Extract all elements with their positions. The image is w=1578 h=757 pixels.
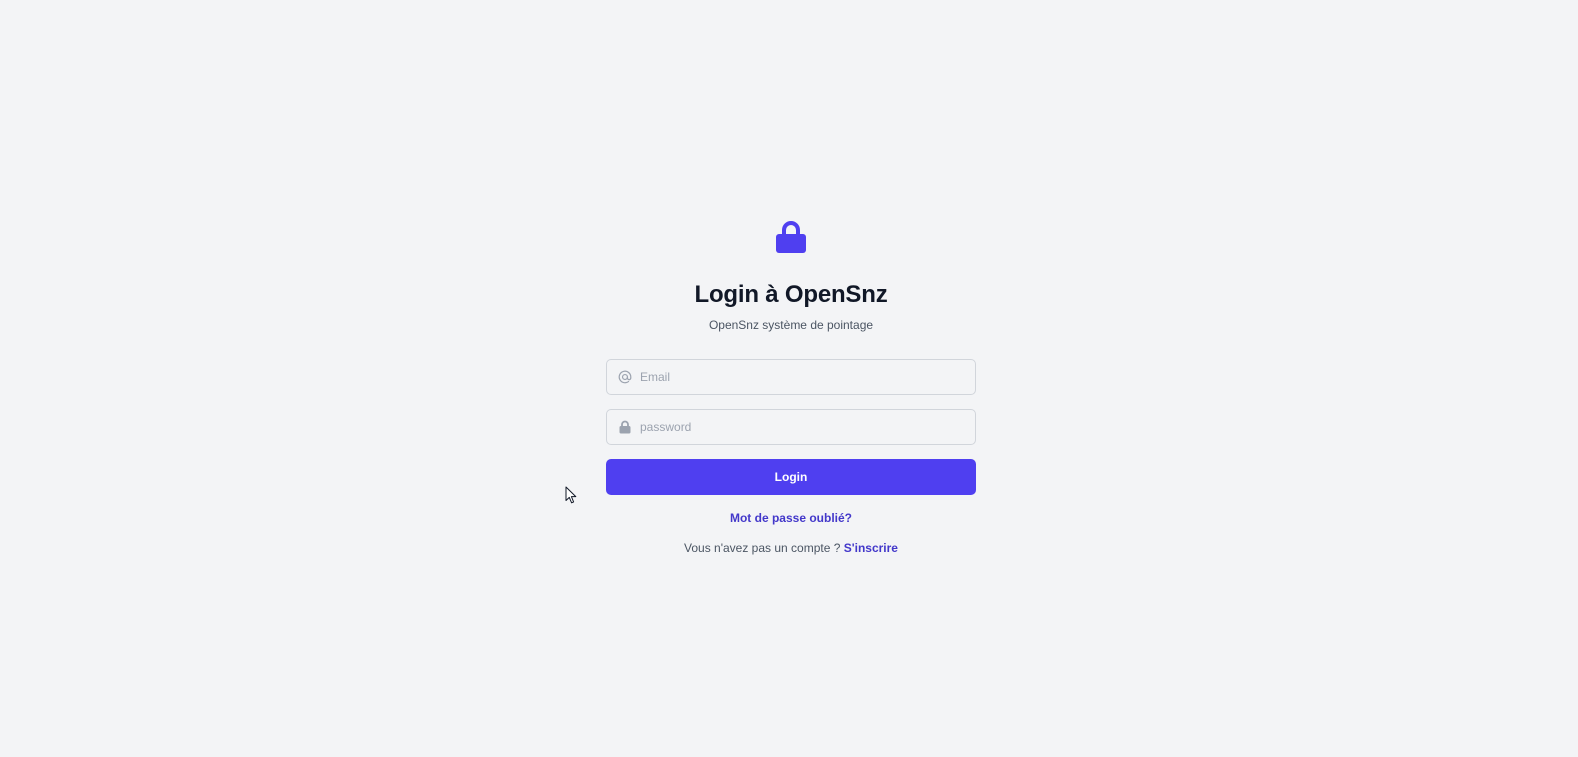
lock-icon bbox=[776, 221, 806, 253]
lock-icon bbox=[618, 420, 632, 434]
signup-row: Vous n'avez pas un compte ? S'inscrire bbox=[684, 540, 898, 556]
forgot-password-link[interactable]: Mot de passe oublié? bbox=[730, 510, 852, 526]
no-account-text: Vous n'avez pas un compte ? bbox=[684, 541, 841, 555]
email-input[interactable] bbox=[640, 370, 960, 384]
at-sign-icon bbox=[618, 370, 632, 384]
page-title: Login à OpenSnz bbox=[694, 281, 888, 308]
email-field[interactable] bbox=[606, 359, 976, 395]
login-page: Login à OpenSnz OpenSnz système de point… bbox=[0, 0, 1578, 757]
login-button[interactable]: Login bbox=[606, 459, 976, 495]
password-input[interactable] bbox=[640, 420, 960, 434]
signup-link[interactable]: S'inscrire bbox=[844, 541, 898, 555]
login-card: Login à OpenSnz OpenSnz système de point… bbox=[606, 220, 976, 556]
page-subtitle: OpenSnz système de pointage bbox=[708, 318, 874, 332]
mouse-cursor-icon bbox=[565, 486, 577, 504]
password-field[interactable] bbox=[606, 409, 976, 445]
